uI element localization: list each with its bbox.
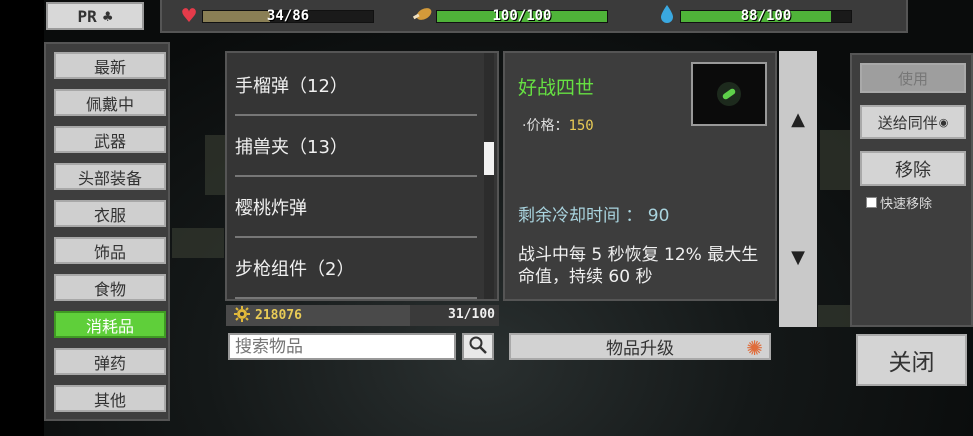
- pill-icon: [717, 82, 741, 106]
- quick-remove-label: 快速移除: [880, 197, 933, 212]
- water-value: 88/100: [740, 7, 792, 24]
- status-bar: ♥ 34/86 100/100 88/100: [160, 0, 908, 33]
- category-label: 衣服: [93, 205, 126, 225]
- category-ammo[interactable]: 弹药: [54, 348, 166, 375]
- list-item[interactable]: 樱桃炸弹: [235, 178, 477, 238]
- item-label: 樱桃炸弹: [235, 198, 307, 219]
- search-icon: [468, 335, 488, 359]
- item-price: ·价格：150: [522, 115, 594, 135]
- remove-label: 移除: [895, 159, 931, 181]
- category-label: 头部装备: [77, 168, 142, 188]
- food-value: 100/100: [492, 7, 552, 24]
- item-list: 手榴弹（12） 捕兽夹（13） 樱桃炸弹 步枪组件（2）: [225, 51, 499, 301]
- food-bar: 100/100: [436, 7, 608, 24]
- upgrade-label: 物品升级: [606, 339, 674, 359]
- category-label: 弹药: [93, 353, 126, 373]
- scrollbar-thumb[interactable]: [484, 142, 494, 176]
- category-sidebar: 最新 佩戴中 武器 头部装备 衣服 饰品 食物 消耗品 弹药 其他: [44, 42, 170, 421]
- search-button[interactable]: [462, 333, 494, 360]
- action-panel: 使用 送给同伴 ◉ 移除 快速移除: [850, 53, 973, 327]
- gift-label: 送给同伴: [877, 113, 938, 132]
- close-label: 关闭: [888, 350, 935, 376]
- category-label: 饰品: [93, 242, 126, 262]
- list-item[interactable]: [235, 300, 477, 301]
- search-field[interactable]: [228, 333, 456, 360]
- category-label: 其他: [93, 390, 126, 410]
- item-description: 战斗中每 5 秒恢复 12% 最大生命值，持续 60 秒: [518, 245, 759, 287]
- water-bar: 88/100: [680, 7, 852, 24]
- quick-remove-option[interactable]: 快速移除: [866, 193, 932, 212]
- heart-icon: ♥: [180, 5, 198, 27]
- background-wall: [820, 130, 850, 190]
- item-detail-panel: 好战四世 ·价格：150 剩余冷却时间 ： 90 战斗中每 5 秒恢复 12% …: [503, 51, 777, 301]
- category-label: 武器: [93, 131, 126, 151]
- search-input[interactable]: [230, 335, 454, 358]
- item-label: 手榴弹（12）: [235, 76, 348, 97]
- scroll-down-arrow-icon[interactable]: ▼: [779, 247, 817, 268]
- water-stat: 88/100: [654, 4, 852, 29]
- detail-scroll-column: ▲ ▼: [779, 51, 817, 327]
- item-list-scrollbar[interactable]: [484, 53, 494, 299]
- category-consumables[interactable]: 消耗品: [54, 311, 166, 338]
- meat-icon: [410, 5, 436, 28]
- use-label: 使用: [897, 69, 928, 88]
- use-button[interactable]: 使用: [860, 63, 966, 93]
- gear-icon: ✺: [746, 336, 763, 360]
- health-stat: ♥ 34/86: [176, 5, 374, 27]
- health-bar: 34/86: [202, 7, 374, 24]
- price-label: ·价格：: [522, 118, 569, 134]
- category-food[interactable]: 食物: [54, 274, 166, 301]
- list-item[interactable]: 手榴弹（12）: [235, 56, 477, 116]
- list-item[interactable]: 步枪组件（2）: [235, 239, 477, 299]
- health-value: 34/86: [266, 7, 310, 24]
- gift-companion-button[interactable]: 送给同伴 ◉: [860, 105, 966, 139]
- category-weapons[interactable]: 武器: [54, 126, 166, 153]
- background-crate: [172, 228, 224, 258]
- price-value: 150: [568, 118, 594, 134]
- item-thumbnail: [691, 62, 767, 126]
- category-equipped[interactable]: 佩戴中: [54, 89, 166, 116]
- water-drop-icon: [654, 4, 680, 29]
- eye-icon: ◉: [938, 115, 949, 129]
- category-headgear[interactable]: 头部装备: [54, 163, 166, 190]
- category-label: 最新: [93, 57, 126, 77]
- category-label: 食物: [93, 279, 126, 299]
- background-wall: [205, 135, 227, 195]
- gold-value: 218076: [255, 308, 302, 323]
- item-label: 步枪组件（2）: [235, 259, 355, 280]
- upgrade-item-button[interactable]: 物品升级 ✺: [509, 333, 771, 360]
- inventory-footer: 218076 31/100: [226, 305, 499, 326]
- profile-label: PR: [77, 6, 97, 26]
- item-label: 捕兽夹（13）: [235, 137, 348, 158]
- list-item[interactable]: 捕兽夹（13）: [235, 117, 477, 177]
- close-button[interactable]: 关闭: [856, 334, 967, 386]
- profile-button[interactable]: PR ♣: [46, 2, 144, 30]
- category-clothes[interactable]: 衣服: [54, 200, 166, 227]
- item-name: 好战四世: [518, 77, 595, 99]
- cooldown-text: 剩余冷却时间 ： 90: [518, 206, 670, 226]
- category-newest[interactable]: 最新: [54, 52, 166, 79]
- scroll-up-arrow-icon[interactable]: ▲: [779, 109, 817, 130]
- remove-button[interactable]: 移除: [860, 151, 966, 186]
- category-label: 佩戴中: [85, 94, 134, 114]
- gold-display: 218076: [234, 305, 302, 326]
- category-label: 消耗品: [85, 316, 134, 336]
- food-stat: 100/100: [410, 5, 608, 27]
- category-accessories[interactable]: 饰品: [54, 237, 166, 264]
- gear-coin-icon: [234, 305, 250, 326]
- quick-remove-checkbox[interactable]: [866, 197, 877, 208]
- screen-edge: [0, 0, 44, 436]
- club-icon: ♣: [102, 6, 113, 26]
- category-other[interactable]: 其他: [54, 385, 166, 412]
- background-fence: [818, 305, 850, 327]
- inventory-capacity: 31/100: [448, 307, 495, 322]
